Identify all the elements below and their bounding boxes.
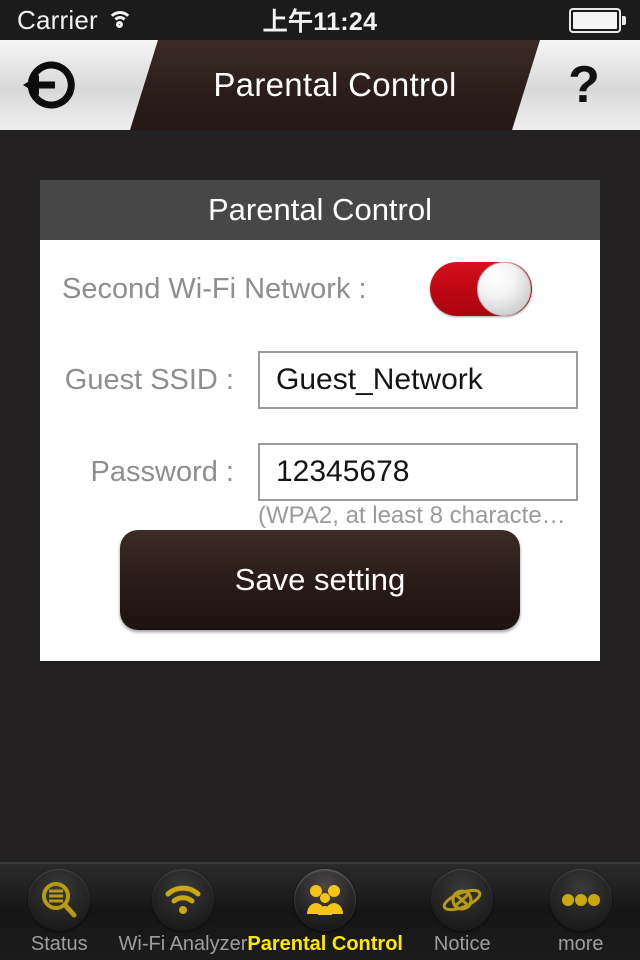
three-dots-icon	[561, 893, 600, 906]
status-bar-left: Carrier	[0, 5, 200, 36]
wifi-signal-icon	[165, 885, 201, 914]
guest-ssid-input[interactable]: Guest_Network	[258, 351, 578, 409]
guest-ssid-row: Guest SSID : Guest_Network	[40, 344, 600, 416]
tab-wifi-analyzer-label: Wi-Fi Analyzer	[118, 932, 248, 955]
tab-status-label: Status	[30, 932, 88, 955]
save-setting-button[interactable]: Save setting	[120, 530, 520, 630]
tab-status[interactable]: Status	[0, 864, 119, 960]
second-wifi-label: Second Wi-Fi Network :	[62, 272, 367, 305]
card-header: Parental Control	[40, 180, 600, 240]
tab-wifi-analyzer[interactable]: Wi-Fi Analyzer	[118, 864, 248, 960]
tab-more-icon-bg	[549, 868, 612, 931]
save-setting-label: Save setting	[234, 562, 406, 597]
second-wifi-row: Second Wi-Fi Network :	[40, 240, 600, 338]
tab-parental-control-label: Parental Control	[247, 932, 403, 955]
guest-ssid-label: Guest SSID :	[64, 363, 234, 396]
card-title: Parental Control	[207, 192, 432, 227]
carrier-label: Carrier	[17, 4, 98, 35]
back-arrow-icon	[23, 61, 75, 109]
second-wifi-toggle[interactable]	[430, 262, 532, 316]
status-bar-right	[440, 7, 640, 33]
magnifier-list-icon	[42, 881, 77, 917]
tab-notice[interactable]: Notice	[403, 864, 522, 960]
toggle-knob	[477, 262, 531, 316]
back-button[interactable]	[18, 56, 80, 114]
tab-more[interactable]: more	[521, 864, 640, 960]
status-bar: Carrier 上午11:24	[0, 0, 640, 40]
password-hint: (WPA2, at least 8 characte…	[258, 502, 566, 529]
family-people-icon	[307, 884, 344, 915]
battery-nub-icon	[622, 15, 626, 25]
tab-notice-icon-bg	[431, 868, 494, 931]
card-body: Second Wi-Fi Network : Guest SSID : Gues…	[40, 240, 600, 661]
nav-title-banner: Parental Control	[130, 40, 540, 130]
tab-parental-icon-bg	[294, 868, 357, 931]
help-button[interactable]: ?	[556, 56, 612, 114]
wifi-icon	[106, 10, 133, 30]
tab-notice-label: Notice	[433, 932, 491, 955]
status-bar-time: 上午11:24	[262, 8, 378, 36]
navigation-bar: Parental Control ?	[0, 40, 640, 130]
password-input[interactable]: 12345678	[258, 443, 578, 501]
tab-bar: Status Wi-Fi Analyzer Parental Control N…	[0, 862, 640, 960]
password-value: 12345678	[276, 455, 410, 488]
save-button-wrap: Save setting	[40, 530, 600, 630]
help-icon: ?	[568, 56, 600, 114]
password-row: Password : 12345678	[40, 436, 600, 508]
tab-parental-control[interactable]: Parental Control	[247, 864, 403, 960]
page-title: Parental Control	[213, 66, 457, 103]
parental-control-card: Parental Control Second Wi-Fi Network : …	[40, 180, 600, 661]
atom-orbit-icon	[442, 888, 482, 911]
password-label: Password :	[90, 455, 234, 488]
battery-icon	[569, 7, 621, 33]
tab-status-icon-bg	[28, 868, 91, 931]
tab-wifi-icon-bg	[151, 868, 214, 931]
guest-ssid-value: Guest_Network	[276, 363, 483, 396]
tab-more-label: more	[557, 932, 604, 955]
